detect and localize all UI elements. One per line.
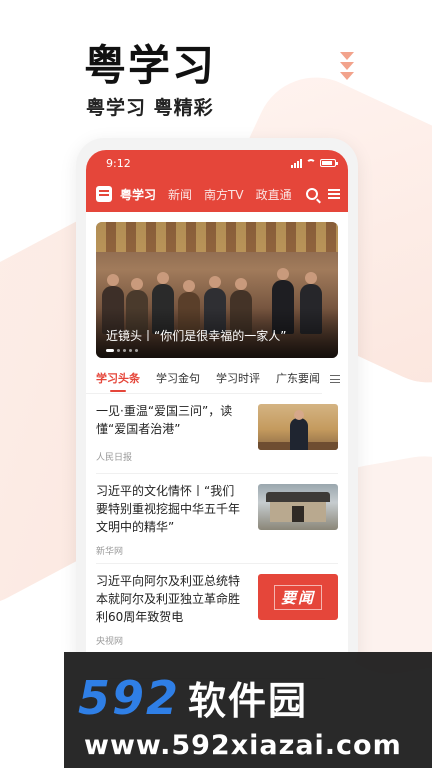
battery-icon (320, 159, 338, 167)
logo-icon (96, 186, 112, 202)
watermark-banner: 592 软件园 www.592xiazai.com (64, 652, 432, 768)
top-nav: 粤学习 新闻 南方TV 政直通 (86, 176, 348, 212)
banner-photo-ceiling (96, 222, 338, 252)
menu-lines-icon (330, 375, 340, 383)
subtab-guangdong[interactable]: 广东要闻 (276, 364, 320, 394)
tab-zhengzhitong[interactable]: 政直通 (256, 186, 292, 203)
thumbnail-label: 要闻 (273, 584, 322, 610)
news-source: 央视网 (96, 637, 124, 647)
search-icon[interactable] (306, 188, 318, 200)
chevron-down-icon (340, 52, 354, 82)
signal-icon (291, 158, 302, 168)
app-header: 9:12 粤学习 新闻 南方TV 政直通 (86, 150, 348, 212)
news-source: 人民日报 (96, 453, 133, 463)
nav-actions (300, 176, 340, 212)
news-thumbnail (258, 404, 338, 450)
news-item[interactable]: 一见·重温“爱国三问”，读懂“爱国者治港” 人民日报 (96, 394, 338, 474)
news-source: 新华网 (96, 547, 124, 557)
subtab-commentary[interactable]: 学习时评 (216, 364, 260, 394)
featured-banner[interactable]: 近镜头丨“你们是很幸福的一家人” (96, 222, 338, 358)
promo-subtitle: 粤学习 粤精彩 (86, 97, 214, 119)
watermark-logo: 592 软件园 (78, 670, 308, 725)
watermark-brand: 软件园 (188, 679, 309, 723)
subtab-quotes[interactable]: 学习金句 (156, 364, 200, 394)
tab-news[interactable]: 新闻 (168, 186, 192, 203)
news-title: 习近平向阿尔及利亚总统特本就阿尔及利亚独立革命胜利60周年致贺电 (96, 574, 241, 624)
news-item[interactable]: 习近平的文化情怀丨“我们要特别重视挖掘中华五千年文明中的精华” 新华网 (96, 474, 338, 564)
wifi-icon (306, 159, 316, 167)
subtabs-more-button[interactable] (322, 364, 348, 394)
watermark-number: 592 (78, 671, 181, 725)
subtab-headlines[interactable]: 学习头条 (96, 364, 140, 394)
tab-nanfang-tv[interactable]: 南方TV (204, 186, 244, 203)
news-title: 一见·重温“爱国三问”，读懂“爱国者治港” (96, 404, 233, 436)
menu-icon[interactable] (328, 189, 340, 199)
news-thumbnail: 要闻 (258, 574, 338, 620)
news-thumbnail (258, 484, 338, 530)
news-title: 习近平的文化情怀丨“我们要特别重视挖掘中华五千年文明中的精华” (96, 484, 241, 534)
promo-title: 粤学习 (84, 41, 217, 90)
carousel-dots (106, 349, 138, 352)
status-bar: 9:12 (86, 150, 348, 176)
watermark-url: www.592xiazai.com (84, 730, 402, 761)
app-screen: 9:12 粤学习 新闻 南方TV 政直通 近镜头丨“你们是很幸福的一家人” 学习… (86, 150, 348, 678)
phone-mockup: 9:12 粤学习 新闻 南方TV 政直通 近镜头丨“你们是很幸福的一家人” 学习… (76, 138, 358, 678)
status-icons (291, 158, 338, 168)
section-tabs: 学习头条 学习金句 学习时评 广东要闻 (86, 364, 348, 394)
status-time: 9:12 (106, 156, 131, 170)
tab-yuexuexi[interactable]: 粤学习 (120, 186, 156, 203)
banner-caption: 近镜头丨“你们是很幸福的一家人” (106, 329, 287, 343)
news-item[interactable]: 习近平向阿尔及利亚总统特本就阿尔及利亚独立革命胜利60周年致贺电 央视网 要闻 (96, 564, 338, 654)
